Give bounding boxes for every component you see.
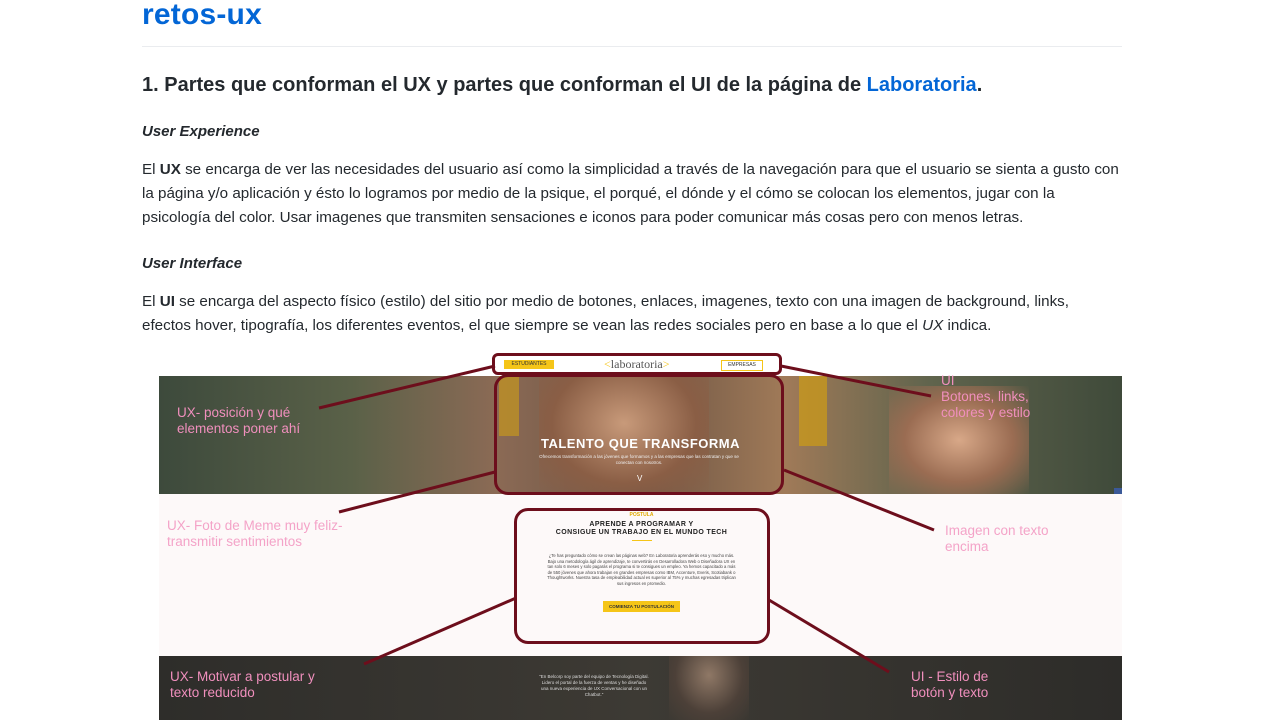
testimonial-photo (669, 656, 749, 720)
nav-highlight-frame (492, 353, 782, 375)
hero-highlight-frame (494, 374, 784, 495)
annotation-ux-photo: UX- Foto de Meme muy feliz- transmitir s… (167, 518, 343, 550)
annotation-line: transmitir sentimientos (167, 534, 303, 549)
annotation-line: encima (945, 539, 989, 554)
ui-para-end: indica. (943, 317, 992, 334)
ux-para-bold: UX (159, 161, 181, 178)
heading-suffix: . (976, 74, 983, 96)
ui-para-bold: UI (159, 293, 175, 310)
testimonial-quote: "En Belcorp soy parte del equipo de Tecn… (539, 674, 649, 697)
annotation-line: texto reducido (170, 685, 255, 700)
ui-para-em: UX (922, 317, 944, 334)
annotation-line: botón y texto (911, 685, 989, 700)
annotation-ui-button-style: UI - Estilo de botón y texto (911, 669, 988, 701)
annotation-line: elementos poner ahí (177, 421, 301, 436)
annotation-ux-motivate: UX- Motivar a postular y texto reducido (170, 669, 315, 701)
card-highlight-frame (514, 508, 770, 644)
page-title: retos-ux (142, 0, 262, 31)
annotation-ui-buttons: UI Botones, links, colores y estilo (941, 373, 1030, 421)
section-heading: 1. Partes que conforman el UX y partes q… (142, 74, 982, 97)
annotation-line: UI - Estilo de (911, 669, 989, 684)
ux-subtitle: User Experience (142, 123, 260, 140)
annotation-line: UX- posición y qué (177, 405, 291, 420)
annotation-image-text: Imagen con texto encima (945, 523, 1049, 555)
ux-paragraph: El UX se encarga de ver las necesidades … (142, 158, 1122, 230)
ui-paragraph: El UI se encarga del aspecto físico (est… (142, 290, 1122, 338)
ui-subtitle: User Interface (142, 255, 243, 272)
heading-text: 1. Partes que conforman el UX y partes q… (142, 74, 862, 96)
annotated-screenshot: ESTUDIANTES <laboratoria> EMPRESAS TALEN… (159, 352, 1122, 720)
annotation-line: UI (941, 373, 955, 388)
ux-para-rest: se encarga de ver las necesidades del us… (142, 161, 1119, 226)
ui-para-lead: El (142, 293, 160, 310)
annotation-line: colores y estilo (941, 405, 1031, 420)
annotation-line: UX- Motivar a postular y (170, 669, 315, 684)
annotation-line: Imagen con texto (945, 523, 1049, 538)
annotation-ux-position: UX- posición y qué elementos poner ahí (177, 405, 300, 437)
ux-para-lead: El (142, 161, 160, 178)
laboratoria-link[interactable]: Laboratoria (867, 74, 977, 96)
annotation-line: UX- Foto de Meme muy feliz- (167, 518, 343, 533)
annotation-line: Botones, links, (941, 389, 1029, 404)
title-divider (142, 46, 1122, 47)
